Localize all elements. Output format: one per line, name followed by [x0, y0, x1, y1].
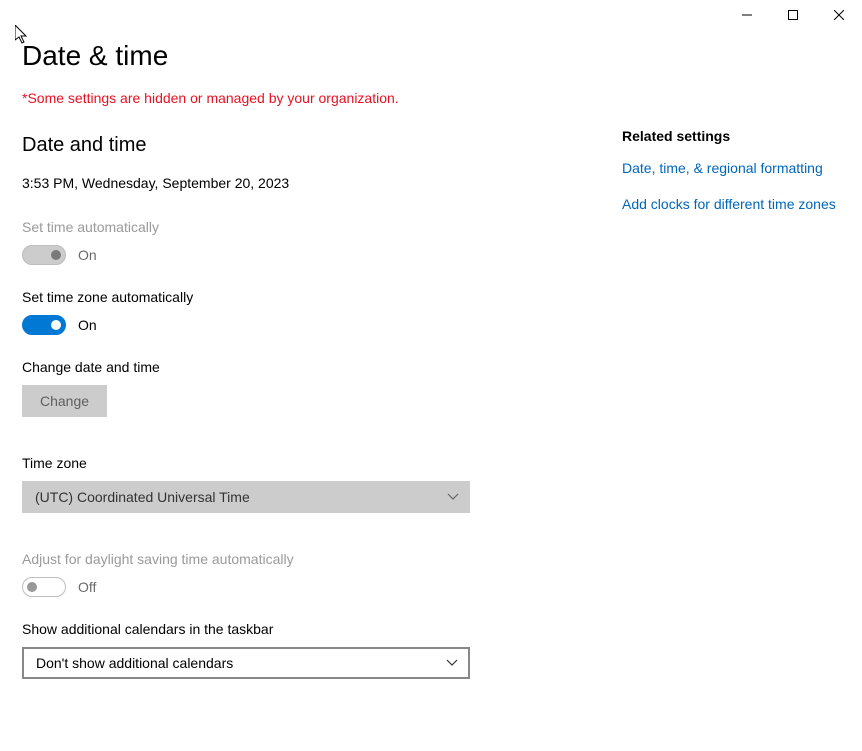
maximize-button[interactable] — [770, 0, 816, 30]
set-tz-auto-state: On — [78, 317, 97, 333]
dst-toggle — [22, 577, 66, 597]
dst-state: Off — [78, 579, 96, 595]
timezone-label: Time zone — [22, 455, 562, 471]
timezone-value: (UTC) Coordinated Universal Time — [35, 489, 250, 505]
timezone-dropdown: (UTC) Coordinated Universal Time — [22, 481, 470, 513]
link-date-time-regional[interactable]: Date, time, & regional formatting — [622, 160, 862, 176]
set-tz-auto-label: Set time zone automatically — [22, 289, 562, 305]
minimize-button[interactable] — [724, 0, 770, 30]
related-settings-heading: Related settings — [622, 128, 862, 144]
additional-calendars-label: Show additional calendars in the taskbar — [22, 621, 562, 637]
set-tz-auto-toggle[interactable] — [22, 315, 66, 335]
dst-label: Adjust for daylight saving time automati… — [22, 551, 562, 567]
chevron-down-icon — [446, 657, 458, 669]
set-time-auto-toggle — [22, 245, 66, 265]
set-time-auto-label: Set time automatically — [22, 219, 562, 235]
page-title: Date & time — [22, 40, 562, 72]
change-datetime-label: Change date and time — [22, 359, 562, 375]
link-add-clocks[interactable]: Add clocks for different time zones — [622, 196, 862, 212]
additional-calendars-dropdown[interactable]: Don't show additional calendars — [22, 647, 470, 679]
current-datetime: 3:53 PM, Wednesday, September 20, 2023 — [22, 175, 562, 191]
additional-calendars-value: Don't show additional calendars — [36, 655, 233, 671]
change-button: Change — [22, 385, 107, 417]
set-time-auto-state: On — [78, 247, 97, 263]
chevron-down-icon — [447, 491, 459, 503]
org-warning: *Some settings are hidden or managed by … — [22, 90, 562, 106]
close-button[interactable] — [816, 0, 862, 30]
section-heading: Date and time — [22, 134, 562, 157]
